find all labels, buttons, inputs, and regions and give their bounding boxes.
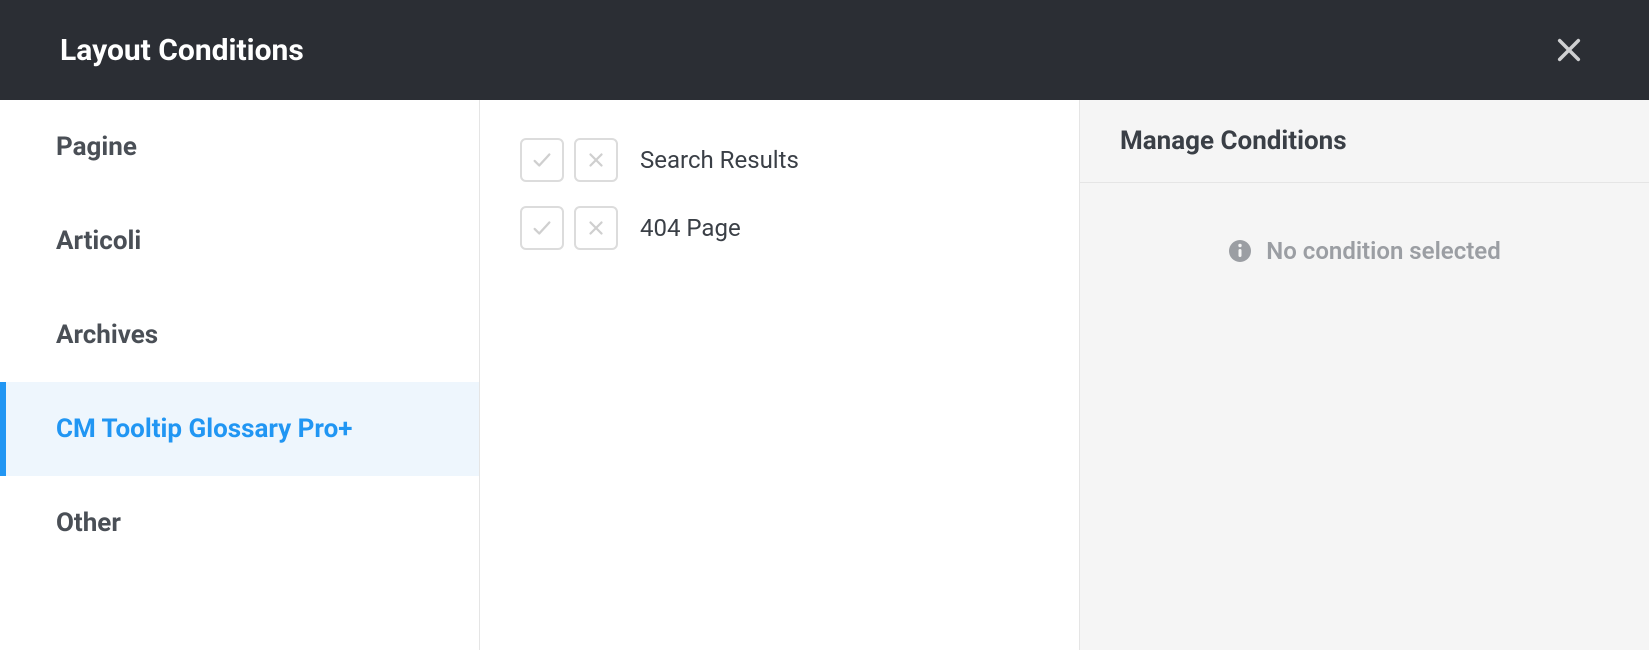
sidebar-item-label: CM Tooltip Glossary Pro+: [56, 414, 352, 444]
sidebar-item-label: Pagine: [56, 132, 137, 162]
modal-header: Layout Conditions: [0, 0, 1649, 100]
condition-row: Search Results: [520, 138, 1039, 182]
x-icon: [585, 149, 607, 171]
empty-state: No condition selected: [1228, 237, 1500, 265]
x-icon: [585, 217, 607, 239]
toggle-group: [520, 206, 618, 250]
modal-title: Layout Conditions: [60, 33, 304, 68]
sidebar-item-pagine[interactable]: Pagine: [0, 100, 479, 194]
sidebar-item-other[interactable]: Other: [0, 476, 479, 570]
modal-body: Pagine Articoli Archives CM Tooltip Glos…: [0, 100, 1649, 650]
include-button[interactable]: [520, 206, 564, 250]
sidebar-item-label: Archives: [56, 320, 158, 350]
sidebar-item-articoli[interactable]: Articoli: [0, 194, 479, 288]
right-panel-title: Manage Conditions: [1120, 126, 1609, 156]
close-icon: [1555, 36, 1583, 64]
sidebar-item-label: Articoli: [56, 226, 141, 256]
close-button[interactable]: [1549, 30, 1589, 70]
sidebar-item-cm-tooltip[interactable]: CM Tooltip Glossary Pro+: [0, 382, 479, 476]
right-panel-body: No condition selected: [1080, 183, 1649, 650]
sidebar-item-archives[interactable]: Archives: [0, 288, 479, 382]
check-icon: [531, 149, 553, 171]
layout-conditions-modal: Layout Conditions Pagine Articoli Archiv…: [0, 0, 1649, 650]
empty-message-text: No condition selected: [1266, 237, 1500, 265]
right-panel-header: Manage Conditions: [1080, 100, 1649, 183]
include-button[interactable]: [520, 138, 564, 182]
condition-label: Search Results: [640, 146, 799, 174]
exclude-button[interactable]: [574, 138, 618, 182]
check-icon: [531, 217, 553, 239]
toggle-group: [520, 138, 618, 182]
sidebar-item-label: Other: [56, 508, 121, 538]
right-panel: Manage Conditions No condition selected: [1079, 100, 1649, 650]
condition-row: 404 Page: [520, 206, 1039, 250]
info-icon: [1228, 239, 1252, 263]
condition-label: 404 Page: [640, 214, 741, 242]
main-panel: Search Results 404: [480, 100, 1079, 650]
exclude-button[interactable]: [574, 206, 618, 250]
sidebar: Pagine Articoli Archives CM Tooltip Glos…: [0, 100, 480, 650]
